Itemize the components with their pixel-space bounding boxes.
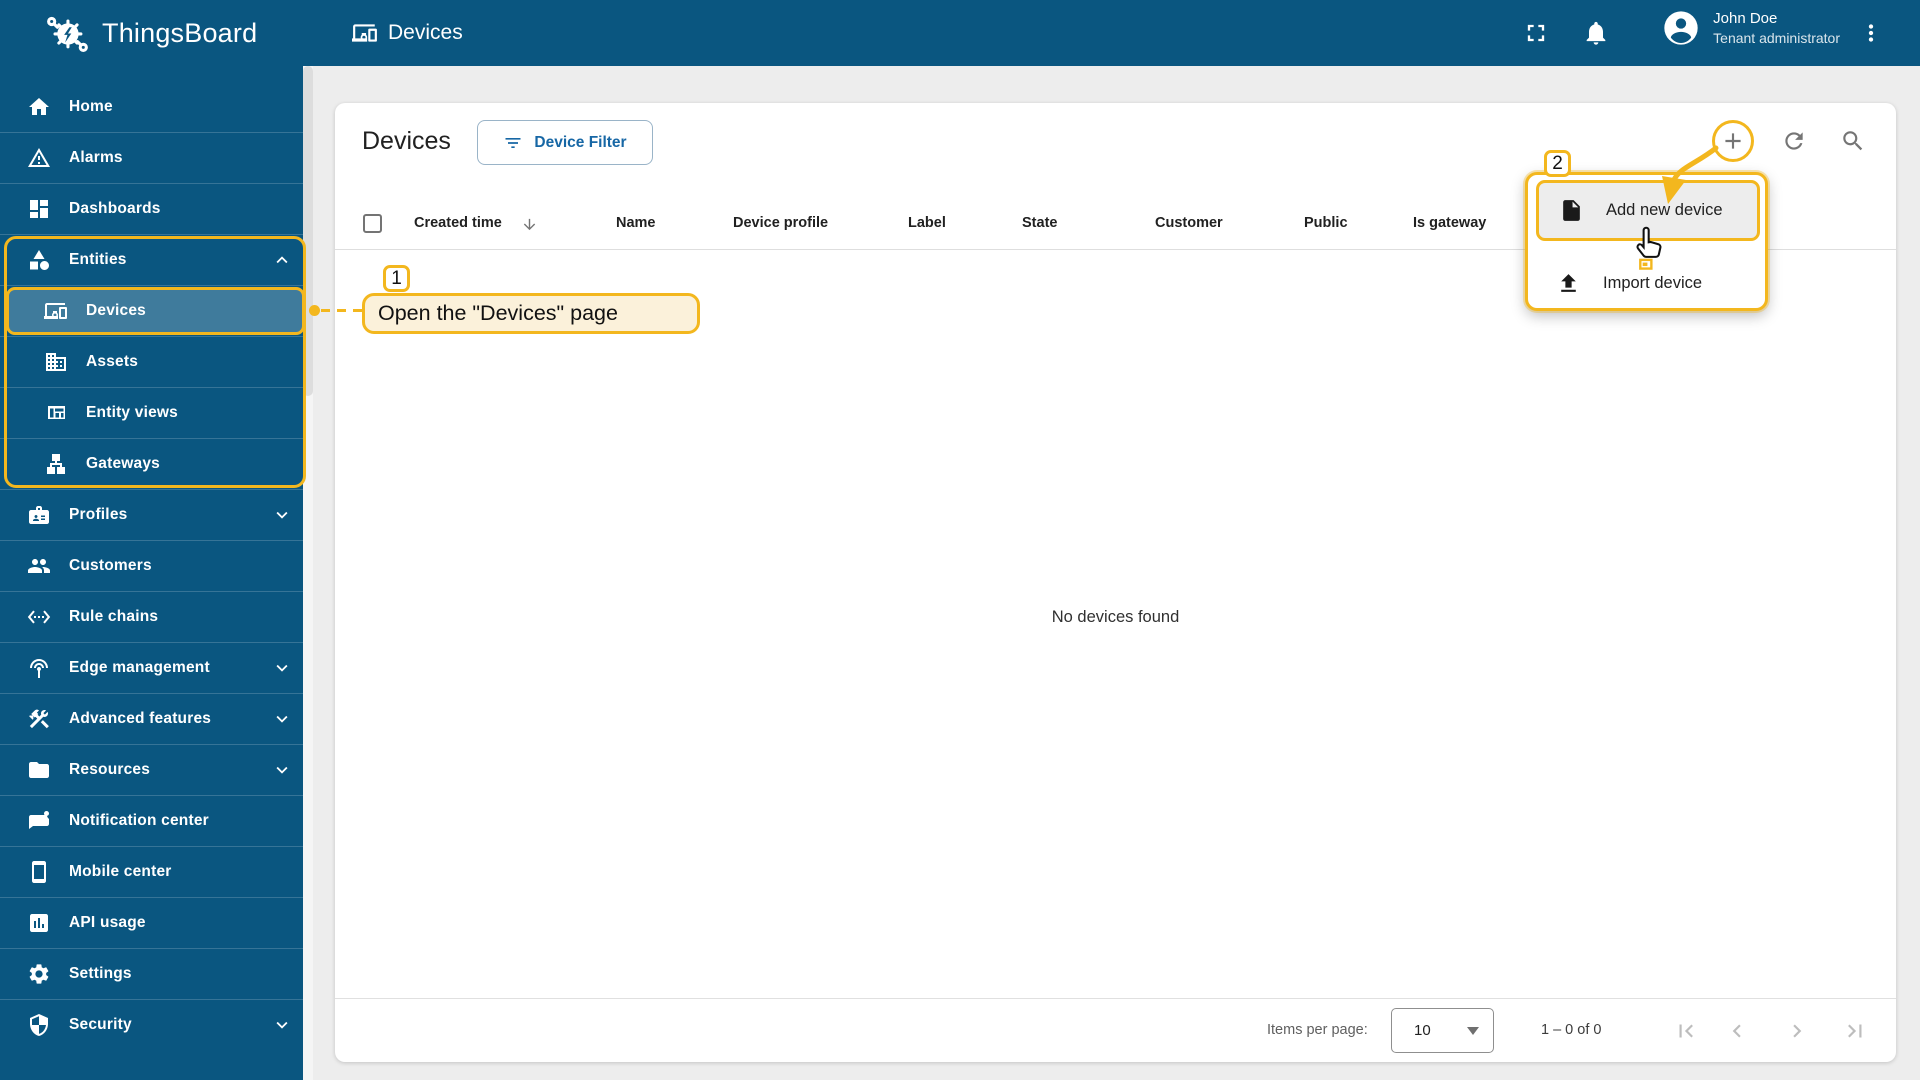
fullscreen-icon[interactable] xyxy=(1522,19,1550,47)
annotation-connector-dashes xyxy=(321,309,363,312)
devices-icon xyxy=(44,299,68,323)
pagination-bar: Items per page: 10 1 – 0 of 0 xyxy=(335,998,1896,1062)
sidebar-item-entities[interactable]: Entities xyxy=(0,234,313,285)
sidebar-item-settings[interactable]: Settings xyxy=(0,948,313,999)
sidebar-item-api-usage[interactable]: API usage xyxy=(0,897,313,948)
sidebar-item-entity-views[interactable]: Entity views xyxy=(0,387,313,438)
sidebar-scrollbar[interactable] xyxy=(303,66,313,1080)
sidebar-item-security[interactable]: Security xyxy=(0,999,313,1050)
top-bar: ThingsBoard Devices John Doe Tenant admi… xyxy=(0,0,1920,66)
sidebar-item-profiles[interactable]: Profiles xyxy=(0,489,313,540)
page-title: Devices xyxy=(362,127,451,155)
filter-icon xyxy=(503,133,523,153)
chevron-down-icon xyxy=(271,1014,293,1036)
category-icon xyxy=(27,248,51,272)
add-device-dropdown-menu: Add new device Import device xyxy=(1525,172,1768,311)
search-icon[interactable] xyxy=(1840,128,1866,154)
sidebar-item-customers[interactable]: Customers xyxy=(0,540,313,591)
user-role: Tenant administrator xyxy=(1713,29,1840,46)
column-header-customer[interactable]: Customer xyxy=(1155,215,1223,231)
people-icon xyxy=(27,554,51,578)
chevron-down-icon xyxy=(271,759,293,781)
thingsboard-app: ThingsBoard Devices John Doe Tenant admi… xyxy=(0,0,1920,1080)
more-vert-icon[interactable] xyxy=(1858,20,1886,48)
sidebar: Home Alarms Dashboards Entities Devices … xyxy=(0,66,313,1080)
column-header-name[interactable]: Name xyxy=(616,215,656,231)
building-icon xyxy=(44,350,68,374)
lan-icon xyxy=(44,452,68,476)
previous-page-icon[interactable] xyxy=(1724,1018,1750,1044)
sidebar-item-dashboards[interactable]: Dashboards xyxy=(0,183,313,234)
column-header-is-gateway[interactable]: Is gateway xyxy=(1413,215,1486,231)
dashboard-icon xyxy=(27,197,51,221)
sidebar-scrollbar-thumb[interactable] xyxy=(303,66,313,396)
select-arrow-icon xyxy=(1467,1026,1479,1035)
annotation-connector-dot xyxy=(309,305,320,316)
thingsboard-logo-icon xyxy=(44,10,90,56)
column-header-state[interactable]: State xyxy=(1022,215,1057,231)
user-name: John Doe xyxy=(1713,9,1778,27)
sidebar-item-advanced-features[interactable]: Advanced features xyxy=(0,693,313,744)
chevron-down-icon xyxy=(271,657,293,679)
tools-icon xyxy=(27,707,51,731)
sidebar-item-assets[interactable]: Assets xyxy=(0,336,313,387)
annotation-step-1-badge: 1 xyxy=(383,265,410,292)
column-header-device-profile[interactable]: Device profile xyxy=(733,215,828,231)
empty-table-message: No devices found xyxy=(1051,608,1180,626)
menu-item-import-device[interactable]: Import device xyxy=(1536,253,1760,314)
column-header-created-time[interactable]: Created time xyxy=(414,215,502,231)
grid-icon xyxy=(44,401,68,425)
user-menu[interactable]: John Doe Tenant administrator xyxy=(1661,8,1840,48)
page-size-select[interactable]: 10 xyxy=(1391,1008,1494,1053)
annotation-step-2-badge: 2 xyxy=(1544,150,1571,177)
sidebar-item-gateways[interactable]: Gateways xyxy=(0,438,313,489)
brand[interactable]: ThingsBoard xyxy=(44,0,257,66)
annotation-step-1-callout: Open the "Devices" page xyxy=(362,293,700,334)
column-header-public[interactable]: Public xyxy=(1304,215,1348,231)
home-icon xyxy=(27,95,51,119)
sidebar-item-mobile-center[interactable]: Mobile center xyxy=(0,846,313,897)
sort-arrow-down-icon xyxy=(521,216,538,233)
breadcrumb: Devices xyxy=(352,0,463,66)
smartphone-icon xyxy=(27,860,51,884)
brand-name: ThingsBoard xyxy=(102,17,258,48)
warning-icon xyxy=(27,146,51,170)
ethernet-icon xyxy=(27,605,51,629)
device-filter-button[interactable]: Device Filter xyxy=(477,120,653,165)
file-icon xyxy=(1559,198,1584,223)
badge-icon xyxy=(27,503,51,527)
sidebar-item-home[interactable]: Home xyxy=(0,81,313,132)
folder-icon xyxy=(27,758,51,782)
next-page-icon[interactable] xyxy=(1784,1018,1810,1044)
shield-icon xyxy=(27,1013,51,1037)
breadcrumb-label: Devices xyxy=(388,21,463,44)
last-page-icon[interactable] xyxy=(1842,1018,1868,1044)
sidebar-item-edge-management[interactable]: Edge management xyxy=(0,642,313,693)
sidebar-item-resources[interactable]: Resources xyxy=(0,744,313,795)
upload-icon xyxy=(1556,271,1581,296)
devices-breadcrumb-icon xyxy=(352,20,378,46)
sidebar-item-devices[interactable]: Devices xyxy=(0,285,313,336)
sidebar-item-notification-center[interactable]: Notification center xyxy=(0,795,313,846)
select-all-checkbox[interactable] xyxy=(363,214,382,233)
chevron-down-icon xyxy=(271,708,293,730)
chart-icon xyxy=(27,911,51,935)
chat-icon xyxy=(27,809,51,833)
chevron-down-icon xyxy=(271,504,293,526)
avatar xyxy=(1661,8,1701,48)
first-page-icon[interactable] xyxy=(1673,1018,1699,1044)
chevron-up-icon xyxy=(271,249,293,271)
items-per-page-label: Items per page: xyxy=(1267,1022,1368,1038)
antenna-icon xyxy=(27,656,51,680)
refresh-button[interactable] xyxy=(1781,128,1807,154)
sidebar-item-rule-chains[interactable]: Rule chains xyxy=(0,591,313,642)
column-header-label[interactable]: Label xyxy=(908,215,946,231)
sidebar-item-alarms[interactable]: Alarms xyxy=(0,132,313,183)
annotation-plus-highlight-ring xyxy=(1712,120,1754,162)
menu-item-add-new-device[interactable]: Add new device xyxy=(1536,180,1760,241)
pagination-range-label: 1 – 0 of 0 xyxy=(1541,1022,1602,1038)
notifications-bell-icon[interactable] xyxy=(1582,19,1610,47)
gear-icon xyxy=(27,962,51,986)
add-entity-button[interactable] xyxy=(1720,128,1746,154)
